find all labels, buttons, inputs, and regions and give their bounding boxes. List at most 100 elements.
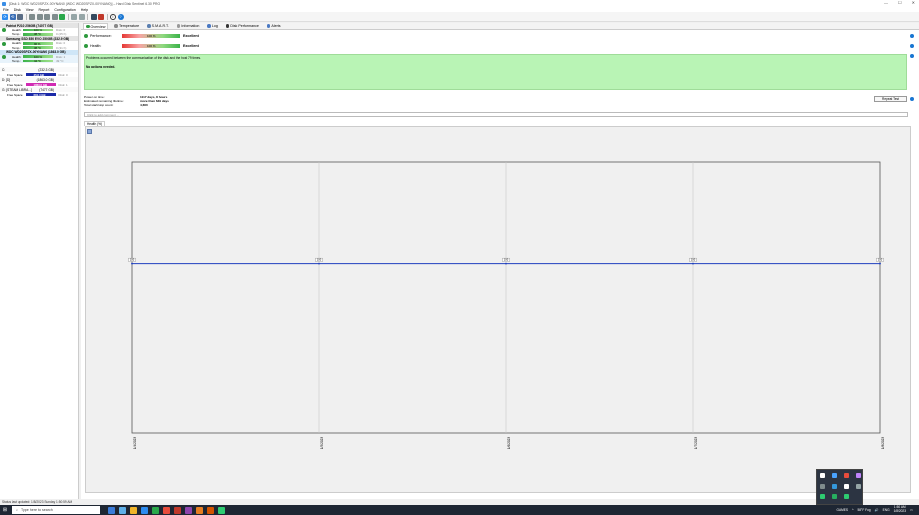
data-label: 100 xyxy=(504,258,509,262)
ok-check-icon xyxy=(1,41,6,46)
taskbar-app-icon[interactable] xyxy=(185,506,192,514)
temp-extra: 0 (25 h) xyxy=(56,32,67,37)
tab-temperature[interactable]: Temperature xyxy=(112,23,141,29)
menu-configuration[interactable]: Configuration xyxy=(54,8,75,12)
info-icon[interactable] xyxy=(910,54,914,58)
volume-free-row: Free Space 681.4 GB Disk: 0 xyxy=(7,92,68,98)
x-tick-label: 1/8/2023 xyxy=(881,437,885,450)
health-bar: 100 % xyxy=(122,44,180,48)
volume-free-row: Free Space 45.6 GB Disk: 0 xyxy=(7,72,68,78)
stat-row: Total start/stop count: 4,660 xyxy=(84,103,148,108)
market-label[interactable]: GAMES xyxy=(836,508,848,512)
health-value: 100 % xyxy=(147,44,156,48)
overview-icon xyxy=(86,24,90,29)
windows-start-icon[interactable]: ⊞ xyxy=(0,505,10,515)
minimize-button[interactable]: — xyxy=(884,0,888,5)
menu-disk[interactable]: Disk xyxy=(14,8,21,12)
backup-icon[interactable] xyxy=(98,13,104,20)
ok-check-icon xyxy=(1,28,6,33)
taskbar-app-icon[interactable] xyxy=(163,506,170,514)
health-bar: 100 % xyxy=(23,55,53,59)
test-icon[interactable] xyxy=(59,13,65,20)
tray-app-icon[interactable] xyxy=(832,494,837,500)
taskbar-app-icon[interactable] xyxy=(141,506,148,514)
report-icon[interactable] xyxy=(71,13,77,20)
tray-app-icon[interactable] xyxy=(820,473,825,478)
tray-expand-icon[interactable]: ^ xyxy=(852,508,854,512)
tab-smart[interactable]: S.M.A.R.T. xyxy=(145,23,171,29)
tray-app-icon[interactable] xyxy=(820,483,825,489)
action-message: No actions needed. xyxy=(86,65,116,69)
volume-icon[interactable]: 🔊 xyxy=(875,508,879,512)
language-label[interactable]: ENG xyxy=(883,508,890,512)
taskbar-app-icon[interactable] xyxy=(130,506,137,514)
data-label: 100 xyxy=(878,258,883,262)
taskbar-app-icon[interactable] xyxy=(207,506,214,514)
rescan-icon[interactable]: ⟲ xyxy=(9,13,16,20)
close-button[interactable]: ✕ xyxy=(912,0,915,5)
temp-bar: 38 °C xyxy=(23,46,53,50)
clock[interactable]: 1:50 AM 1/8/2023 xyxy=(894,505,906,514)
thermometer-icon xyxy=(114,24,118,28)
tray-app-icon[interactable] xyxy=(820,494,825,500)
taskbar-app-icon[interactable] xyxy=(174,506,181,514)
health-chart-area: 1/4/2023 1/5/2023 1/6/2023 1/7/2023 1/8/2023… xyxy=(85,126,911,493)
taskbar-app-icon[interactable] xyxy=(196,506,203,514)
tray-app-icon[interactable] xyxy=(856,483,861,489)
menu-view[interactable]: View xyxy=(26,8,34,12)
notifications-icon[interactable]: ▭ xyxy=(910,508,913,512)
print-icon[interactable] xyxy=(36,13,43,20)
toolbar-separator xyxy=(106,13,108,20)
send-icon[interactable] xyxy=(29,13,35,20)
taskbar-search[interactable]: ⌕ Type here to search xyxy=(12,506,100,514)
ok-check-icon xyxy=(84,44,88,48)
comment-field[interactable]: Click to add comment ... xyxy=(84,112,908,117)
toolbar-separator xyxy=(25,13,27,20)
taskbar-app-icon[interactable] xyxy=(119,506,126,514)
tab-overview[interactable]: Overview xyxy=(83,23,109,29)
menu-report[interactable]: Report xyxy=(39,8,50,12)
weather-label[interactable]: 58°F Fog xyxy=(858,508,871,512)
taskbar-app-icon[interactable] xyxy=(108,506,115,514)
maximize-button[interactable]: ☐ xyxy=(898,0,902,5)
info-icon[interactable] xyxy=(910,97,914,101)
save-icon[interactable] xyxy=(17,13,23,20)
tray-app-icon[interactable] xyxy=(844,483,849,489)
refresh-icon[interactable]: ⟳ xyxy=(2,13,8,20)
temp-extra: 0 (31 h) xyxy=(56,45,67,50)
tab-alerts[interactable]: Alerts xyxy=(265,23,283,29)
tray-app-icon[interactable] xyxy=(832,483,837,489)
tray-app-icon[interactable] xyxy=(844,494,849,500)
app-icon xyxy=(2,1,6,6)
information-icon xyxy=(176,24,181,28)
data-label: 100 xyxy=(691,258,696,262)
taskbar-app-icon[interactable] xyxy=(152,506,159,514)
menu-file[interactable]: File xyxy=(3,8,9,12)
tray-app-icon[interactable] xyxy=(856,473,861,478)
taskbar: ⊞ ⌕ Type here to search GAMES ^ 58°F Fog … xyxy=(0,505,919,515)
health-bar: 96 % xyxy=(23,42,53,46)
tray-app-icon[interactable] xyxy=(832,473,837,478)
menu-help[interactable]: Help xyxy=(81,8,88,12)
tab-disk-performance[interactable]: Disk Performance xyxy=(224,23,261,29)
log-icon xyxy=(207,24,211,28)
alerts-icon[interactable] xyxy=(51,13,58,20)
taskbar-app-icon[interactable] xyxy=(218,506,225,514)
performance-label: Performance: xyxy=(90,34,112,38)
disk-icon[interactable] xyxy=(90,13,97,20)
info-icon[interactable] xyxy=(910,34,914,38)
tab-information[interactable]: Information xyxy=(175,23,201,29)
info-icon[interactable]: i xyxy=(110,13,116,20)
health-chart: 1/4/2023 1/5/2023 1/6/2023 1/7/2023 1/8/2023… xyxy=(128,161,885,450)
repeat-test-button[interactable]: Repeat Test xyxy=(874,96,907,102)
performance-status: Excellent xyxy=(183,34,199,38)
chart-options-button[interactable] xyxy=(87,129,92,134)
tray-app-icon[interactable] xyxy=(844,473,849,478)
config-icon[interactable] xyxy=(44,13,50,20)
info-icon[interactable] xyxy=(910,44,914,48)
health-label: Health: xyxy=(90,44,102,48)
copy-icon[interactable] xyxy=(78,13,85,20)
window-title: [Disk 1: WDC WD20SPZX-00YNAN0 (WDC WD20S… xyxy=(9,1,161,6)
tab-log[interactable]: Log xyxy=(205,23,220,29)
help-icon[interactable]: ? xyxy=(117,13,124,20)
